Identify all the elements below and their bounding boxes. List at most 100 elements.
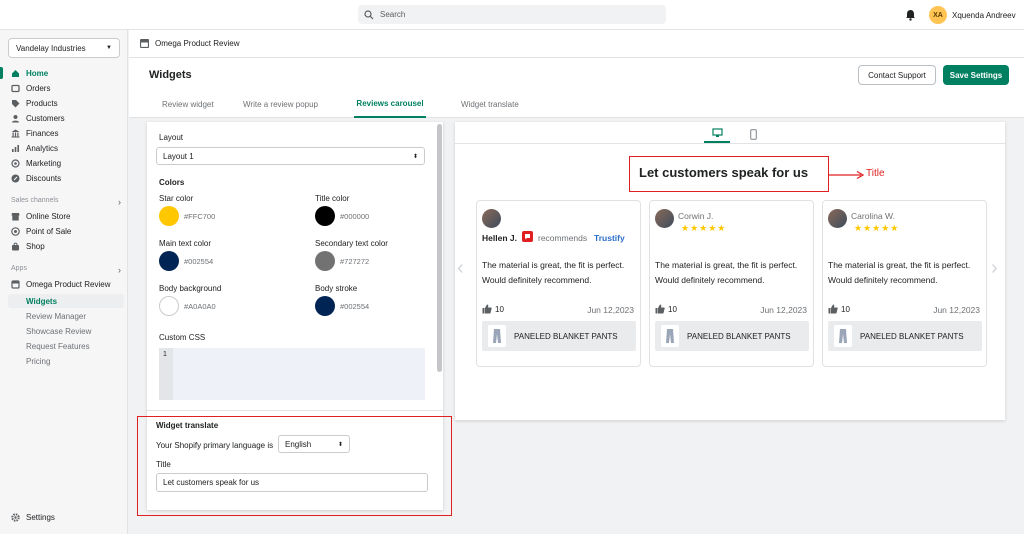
sidebar-item-settings[interactable]: Settings xyxy=(0,510,128,524)
chevron-right-icon: › xyxy=(118,265,121,275)
page-header: Widgets Contact Support Save Settings xyxy=(129,58,1024,90)
avatar[interactable]: XA xyxy=(929,6,947,24)
search-bar[interactable]: Search xyxy=(358,5,666,24)
app-title: Omega Product Review xyxy=(155,39,240,48)
sidebar-item-label: Customers xyxy=(26,113,65,123)
product-name: PANELED BLANKET PANTS xyxy=(687,331,791,341)
sales-channels-label: Sales channels xyxy=(11,197,59,204)
brand-name[interactable]: Trustify xyxy=(594,233,625,243)
like-counter[interactable]: 10 xyxy=(655,304,677,314)
sidebar-subitem-showcase-review[interactable]: Showcase Review xyxy=(0,324,128,338)
layout-select[interactable]: Layout 1 ⬍ xyxy=(156,147,425,165)
sidebar-item-label: Settings xyxy=(26,512,55,522)
like-count: 10 xyxy=(495,304,504,314)
secondary-text-color-swatch[interactable] xyxy=(315,251,335,271)
sidebar-item-orders[interactable]: Orders xyxy=(0,81,128,95)
person-icon xyxy=(12,114,19,122)
sidebar-item-label: Omega Product Review xyxy=(26,279,111,289)
sidebar-item-customers[interactable]: Customers xyxy=(0,111,128,125)
tag-icon xyxy=(12,99,20,107)
like-count: 10 xyxy=(841,304,850,314)
main-text-color-swatch[interactable] xyxy=(159,251,179,271)
search-placeholder: Search xyxy=(380,10,406,19)
desktop-icon xyxy=(711,128,723,137)
sidebar-item-analytics[interactable]: Analytics xyxy=(0,141,128,155)
sidebar-item-omega-app[interactable]: Omega Product Review xyxy=(0,277,128,291)
product-link[interactable]: PANELED BLANKET PANTS xyxy=(655,321,809,351)
secondary-text-color-label: Secondary text color xyxy=(315,239,388,248)
product-link[interactable]: PANELED BLANKET PANTS xyxy=(828,321,982,351)
sidebar-item-marketing[interactable]: Marketing xyxy=(0,156,128,170)
reviewer-name: Corwin J. xyxy=(678,211,714,221)
product-link[interactable]: PANELED BLANKET PANTS xyxy=(482,321,636,351)
sidebar-item-shop[interactable]: Shop xyxy=(0,239,128,253)
apps-header[interactable]: Apps › xyxy=(11,265,121,275)
custom-css-editor[interactable]: 1 xyxy=(159,348,425,400)
carousel-next-icon[interactable]: › xyxy=(991,257,998,280)
secondary-text-color-hex: #727272 xyxy=(340,257,370,266)
tab-widget-translate[interactable]: Widget translate xyxy=(461,90,519,118)
sidebar-item-label: Marketing xyxy=(26,158,62,168)
home-icon xyxy=(12,69,19,77)
tab-bar: Review widget Write a review popup Revie… xyxy=(129,90,1024,118)
reviewer-avatar xyxy=(482,209,501,228)
chart-icon xyxy=(12,144,19,152)
target-icon xyxy=(11,158,20,168)
review-card: Corwin J. ★★★★★ The material is great, t… xyxy=(649,200,814,367)
sidebar-item-label: Shop xyxy=(26,241,45,251)
store-name: Vandelay Industries xyxy=(16,43,86,53)
review-date: Jun 12,2023 xyxy=(760,305,807,315)
sidebar-item-home[interactable]: Home xyxy=(0,66,128,80)
tab-review-widget[interactable]: Review widget xyxy=(162,90,214,118)
sidebar-item-discounts[interactable]: Discounts xyxy=(0,171,128,185)
sidebar-subitem-request-features[interactable]: Request Features xyxy=(0,339,128,353)
sidebar-subitem-review-manager[interactable]: Review Manager xyxy=(0,309,128,323)
title-color-swatch[interactable] xyxy=(315,206,335,226)
title-color-hex: #000000 xyxy=(340,212,370,221)
store-selector[interactable]: Vandelay Industries ▼ xyxy=(8,38,120,58)
sales-channels-header[interactable]: Sales channels › xyxy=(11,197,121,207)
sidebar-item-label: Home xyxy=(26,68,49,78)
like-counter[interactable]: 10 xyxy=(828,304,850,314)
review-card: Carolina W. ★★★★★ The material is great,… xyxy=(822,200,987,367)
like-count: 10 xyxy=(668,304,677,314)
body-stroke-swatch[interactable] xyxy=(315,296,335,316)
sidebar-subitem-pricing[interactable]: Pricing xyxy=(0,354,128,368)
user-name[interactable]: Xquenda Andreev xyxy=(952,11,1016,20)
body-background-swatch[interactable] xyxy=(159,296,179,316)
review-date: Jun 12,2023 xyxy=(933,305,980,315)
store-icon xyxy=(11,212,20,220)
thumbs-up-icon xyxy=(828,304,838,314)
sidebar-item-label: Orders xyxy=(26,83,51,93)
sidebar-item-finances[interactable]: Finances xyxy=(0,126,128,140)
mobile-toggle[interactable] xyxy=(740,125,766,143)
sidebar-item-products[interactable]: Products xyxy=(0,96,128,110)
carousel-prev-icon[interactable]: ‹ xyxy=(457,257,464,280)
product-thumbnail xyxy=(488,325,506,347)
desktop-toggle[interactable] xyxy=(704,125,730,143)
review-text: The material is great, the fit is perfec… xyxy=(482,260,625,285)
reviewer-name: Hellen J. xyxy=(482,233,517,243)
custom-css-label: Custom CSS xyxy=(159,333,206,342)
divider xyxy=(147,410,443,411)
discount-icon xyxy=(11,174,20,182)
bell-icon[interactable] xyxy=(905,9,916,21)
tab-reviews-carousel[interactable]: Reviews carousel xyxy=(354,90,426,118)
reviewer-name: Carolina W. xyxy=(851,211,895,221)
save-settings-button[interactable]: Save Settings xyxy=(943,65,1009,85)
tab-write-review-popup[interactable]: Write a review popup xyxy=(243,90,318,118)
apps-label: Apps xyxy=(11,265,27,272)
sidebar-item-label: Discounts xyxy=(26,173,62,183)
app-icon xyxy=(140,39,149,48)
sidebar-item-point-of-sale[interactable]: Point of Sale xyxy=(0,224,128,238)
like-counter[interactable]: 10 xyxy=(482,304,504,314)
contact-support-button[interactable]: Contact Support xyxy=(858,65,936,85)
star-color-swatch[interactable] xyxy=(159,206,179,226)
sidebar-subitem-widgets[interactable]: Widgets xyxy=(8,294,124,308)
panel-scrollbar[interactable] xyxy=(437,124,442,372)
review-card: Hellen J. recommends Trustify The materi… xyxy=(476,200,641,367)
sidebar-item-online-store[interactable]: Online Store xyxy=(0,209,128,223)
app-icon xyxy=(11,279,20,289)
reviewer-avatar xyxy=(655,209,674,228)
recommends-text: recommends xyxy=(538,233,588,243)
